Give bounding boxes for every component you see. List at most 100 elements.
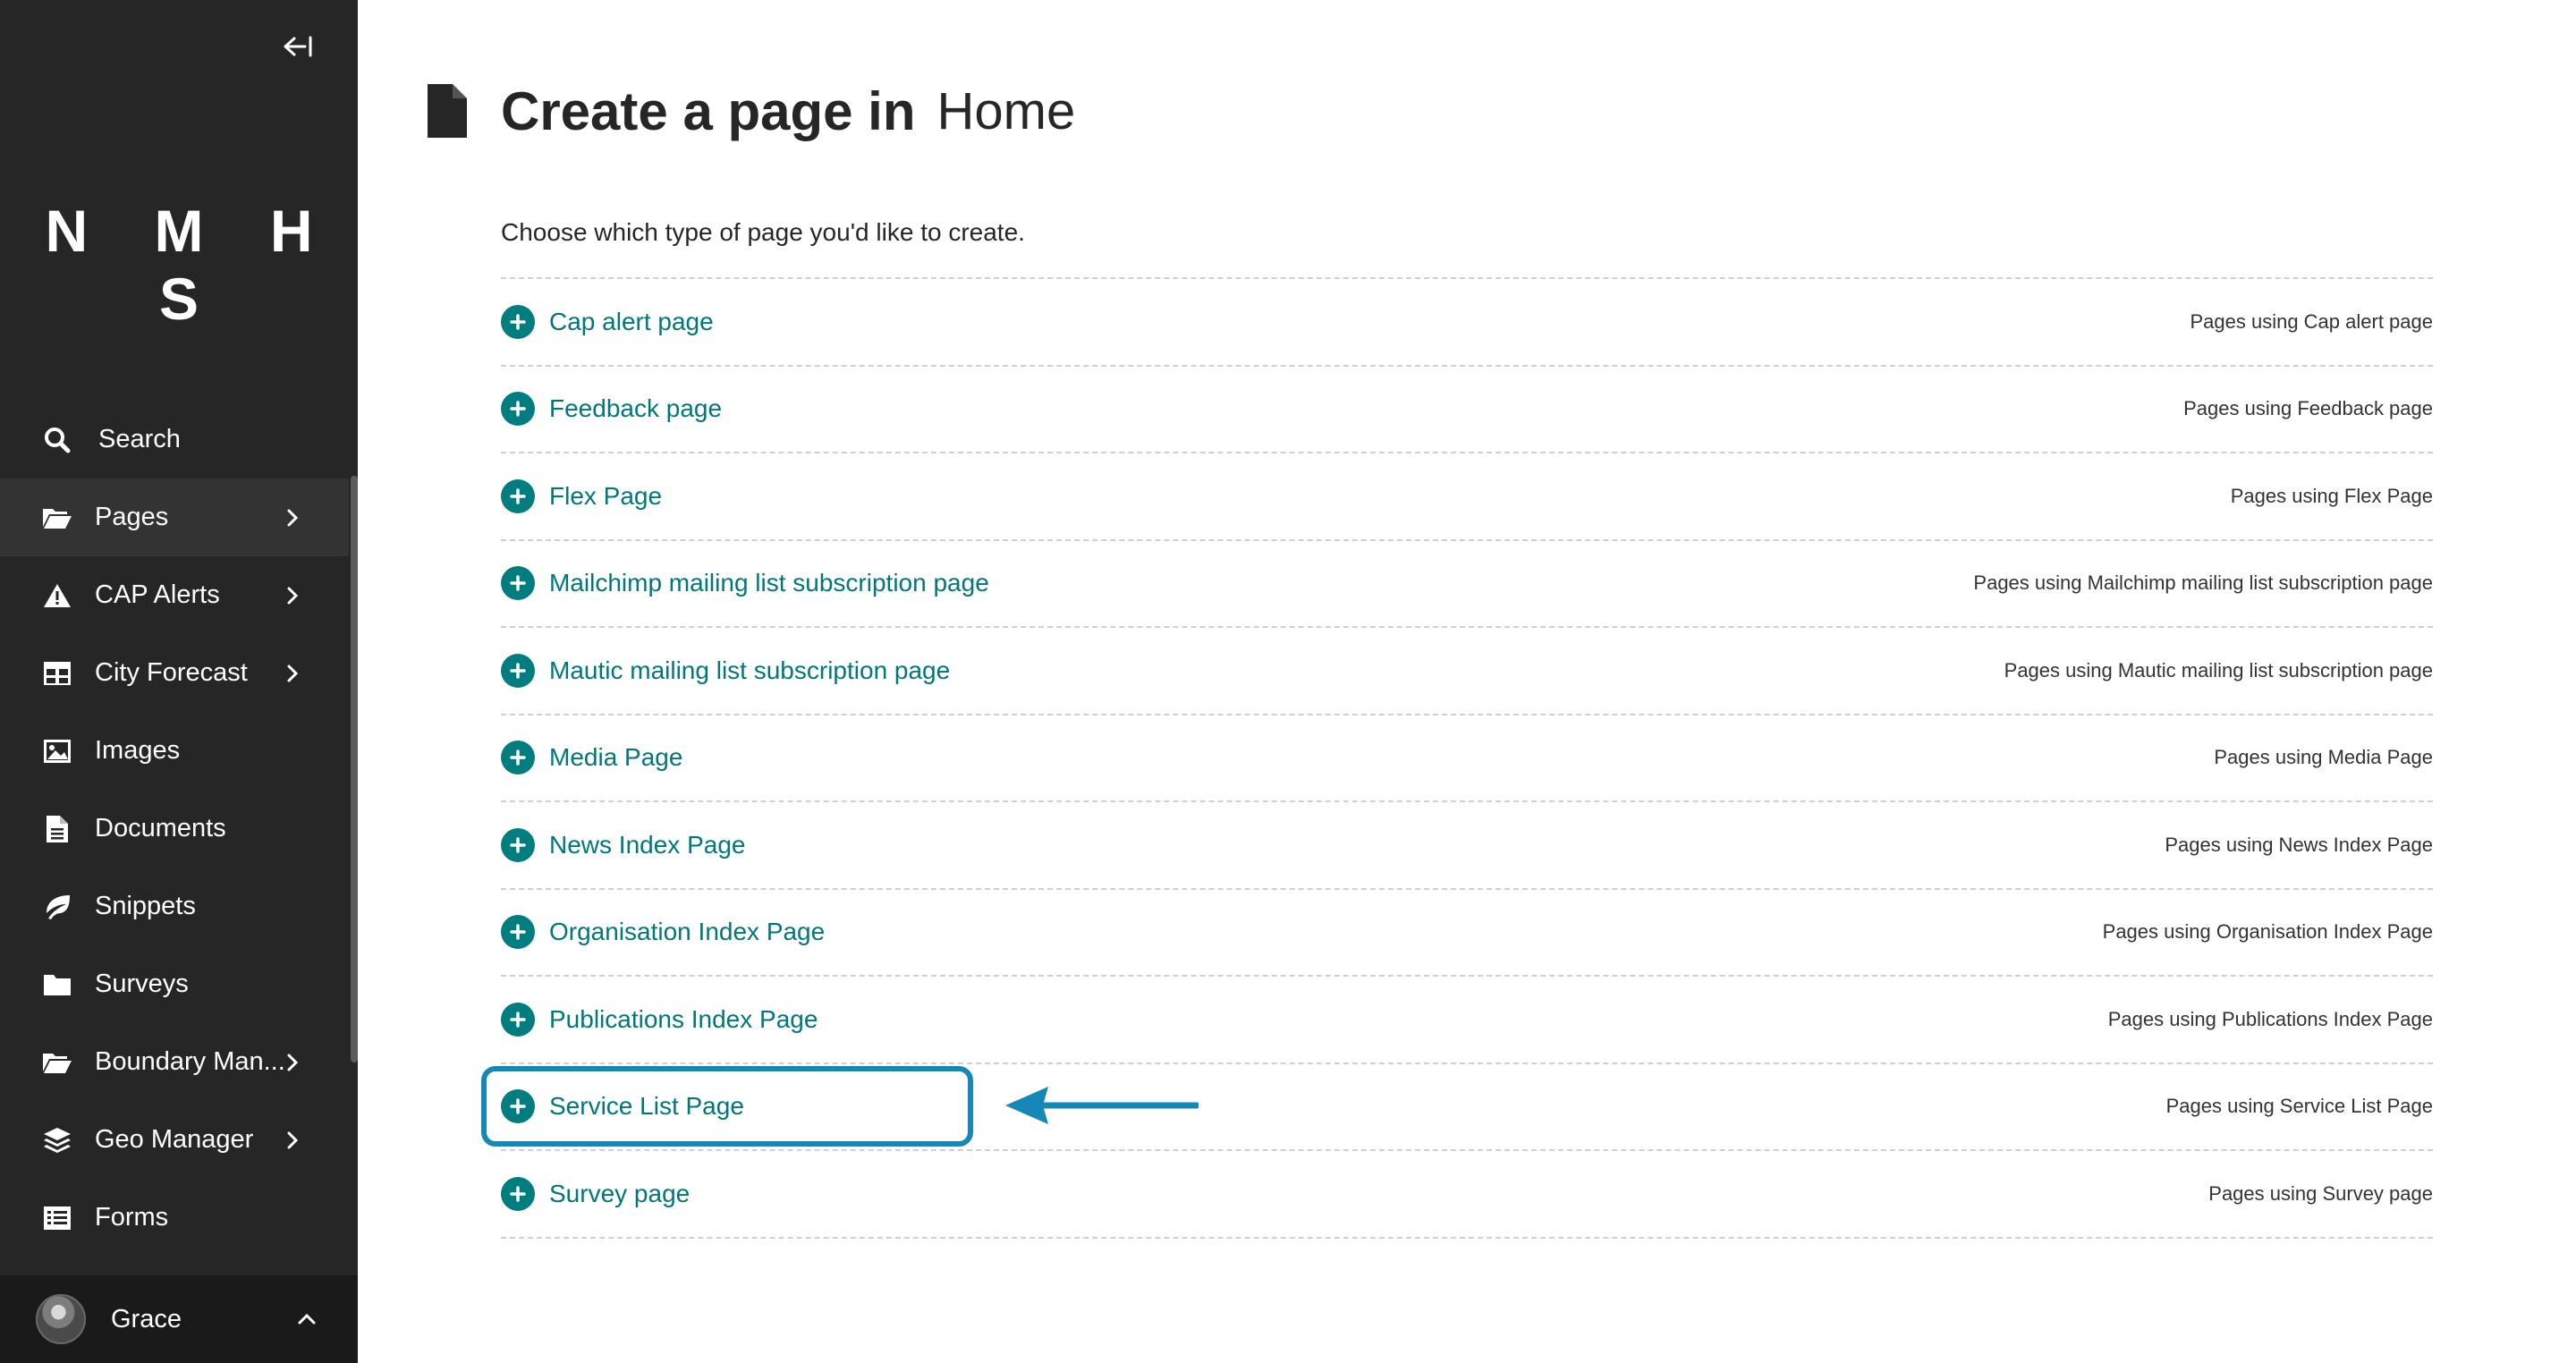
page-type-list: Cap alert page Pages using Cap alert pag… (501, 277, 2433, 1239)
pages-using-link[interactable]: Pages using Feedback page (2183, 397, 2433, 420)
sidebar-item-label: Surveys (95, 969, 189, 998)
sidebar-item-city-forecast[interactable]: City Forecast (0, 634, 349, 712)
add-page-type-link[interactable]: Feedback page (501, 392, 723, 427)
page-title: Create a page in (501, 80, 916, 141)
plus-icon (501, 1176, 535, 1211)
add-page-type-link[interactable]: Media Page (501, 741, 682, 775)
page-type-label: Organisation Index Page (549, 918, 826, 946)
pages-using-link[interactable]: Pages using Mailchimp mailing list subsc… (1973, 571, 2433, 595)
pages-using-link[interactable]: Pages using Cap alert page (2190, 310, 2433, 334)
add-page-type-link[interactable]: Service List Page (501, 1089, 744, 1124)
page-type-label: Flex Page (549, 481, 663, 510)
account-name: Grace (111, 1304, 182, 1333)
sidebar-item-label: Images (95, 736, 181, 765)
chevron-right-icon (287, 587, 299, 604)
page-parent-name: Home (936, 81, 1076, 140)
list-item: Flex Page Pages using Flex Page (501, 453, 2433, 541)
sidebar-item-label: Snippets (95, 892, 196, 920)
sidebar-item-label: Forms (95, 1203, 169, 1232)
avatar (36, 1294, 86, 1344)
list-icon (41, 1202, 73, 1234)
search-icon (41, 424, 73, 456)
plus-icon (501, 392, 535, 427)
sidebar-item-surveys[interactable]: Surveys (0, 945, 349, 1023)
sidebar-item-label: Boundary Man... (95, 1047, 285, 1076)
add-page-type-link[interactable]: Survey page (501, 1176, 691, 1211)
list-item: News Index Page Pages using News Index P… (501, 802, 2433, 890)
sidebar-item-documents[interactable]: Documents (0, 790, 349, 868)
page-type-label: News Index Page (549, 830, 746, 859)
page-type-label: Cap alert page (549, 307, 714, 335)
chevron-right-icon (287, 509, 299, 526)
plus-icon (501, 741, 535, 775)
plus-icon (501, 653, 535, 688)
page-type-label: Survey page (549, 1179, 691, 1207)
list-item: Service List Page Pages using Service Li… (501, 1064, 2433, 1151)
list-item: Mailchimp mailing list subscription page… (501, 541, 2433, 628)
sidebar-item-cap-alerts[interactable]: CAP Alerts (0, 556, 349, 634)
pages-using-link[interactable]: Pages using Organisation Index Page (2103, 920, 2433, 944)
sidebar-item-label: Search (98, 425, 181, 453)
add-page-type-link[interactable]: News Index Page (501, 827, 746, 862)
main-menu: Search Pages CAP Alerts City Forecast Im… (0, 401, 349, 1257)
add-page-type-link[interactable]: Cap alert page (501, 304, 714, 339)
sidebar: N M H S Search Pages CAP Alerts City For… (0, 0, 358, 1363)
page-type-label: Mailchimp mailing list subscription page (549, 569, 989, 597)
list-item: Organisation Index Page Pages using Orga… (501, 890, 2433, 977)
list-item: Media Page Pages using Media Page (501, 715, 2433, 802)
add-page-type-link[interactable]: Mautic mailing list subscription page (501, 653, 951, 688)
sidebar-item-geo-manager[interactable]: Geo Manager (0, 1101, 349, 1179)
add-page-type-link[interactable]: Organisation Index Page (501, 915, 826, 950)
plus-icon (501, 915, 535, 950)
plus-icon (501, 304, 535, 339)
pages-using-link[interactable]: Pages using Media Page (2214, 746, 2433, 769)
plus-icon (501, 478, 535, 513)
folder-open-icon (41, 1046, 73, 1079)
page-type-label: Media Page (549, 743, 683, 772)
site-logo[interactable]: N M H S (0, 197, 358, 333)
sidebar-item-pages[interactable]: Pages (0, 478, 349, 556)
layers-icon (41, 1124, 73, 1156)
add-page-type-link[interactable]: Flex Page (501, 478, 663, 513)
sidebar-item-label: Pages (95, 503, 169, 531)
document-icon (428, 84, 467, 138)
sidebar-item-label: Documents (95, 814, 226, 842)
pages-using-link[interactable]: Pages using Mautic mailing list subscrip… (2004, 659, 2433, 682)
sidebar-item-snippets[interactable]: Snippets (0, 868, 349, 945)
sidebar-item-images[interactable]: Images (0, 712, 349, 790)
table-icon (41, 657, 73, 690)
folder-icon (41, 969, 73, 1001)
page-type-label: Feedback page (549, 394, 723, 423)
sidebar-item-boundary-manager[interactable]: Boundary Man... (0, 1023, 349, 1101)
sidebar-item-forms[interactable]: Forms (0, 1179, 349, 1257)
page-type-label: Service List Page (549, 1092, 744, 1121)
page-header: Create a page in Home (426, 75, 1075, 147)
add-page-type-link[interactable]: Mailchimp mailing list subscription page (501, 566, 989, 601)
list-item: Feedback page Pages using Feedback page (501, 367, 2433, 453)
add-page-type-link[interactable]: Publications Index Page (501, 1002, 818, 1037)
page-type-label: Mautic mailing list subscription page (549, 656, 951, 684)
chevron-up-icon (298, 1313, 316, 1325)
collapse-sidebar-button[interactable] (279, 27, 318, 66)
pages-using-link[interactable]: Pages using Survey page (2208, 1182, 2433, 1206)
chevron-right-icon (287, 1131, 299, 1148)
image-icon (41, 735, 73, 767)
account-menu[interactable]: Grace (0, 1275, 358, 1363)
sidebar-item-label: Geo Manager (95, 1125, 254, 1154)
document-icon (41, 813, 73, 845)
list-item: Mautic mailing list subscription page Pa… (501, 628, 2433, 715)
snippet-icon (41, 891, 73, 923)
plus-icon (501, 1089, 535, 1124)
plus-icon (501, 827, 535, 862)
sidebar-item-label: City Forecast (95, 658, 248, 687)
pages-using-link[interactable]: Pages using Service List Page (2166, 1095, 2433, 1118)
warning-icon (41, 580, 73, 612)
page-type-label: Publications Index Page (549, 1004, 818, 1033)
pages-using-link[interactable]: Pages using News Index Page (2165, 834, 2433, 857)
chevron-right-icon (287, 665, 299, 682)
list-item: Publications Index Page Pages using Publ… (501, 977, 2433, 1064)
sidebar-item-search[interactable]: Search (0, 401, 349, 478)
sidebar-scrollbar[interactable] (351, 476, 358, 1062)
pages-using-link[interactable]: Pages using Flex Page (2231, 485, 2433, 508)
pages-using-link[interactable]: Pages using Publications Index Page (2108, 1008, 2433, 1031)
